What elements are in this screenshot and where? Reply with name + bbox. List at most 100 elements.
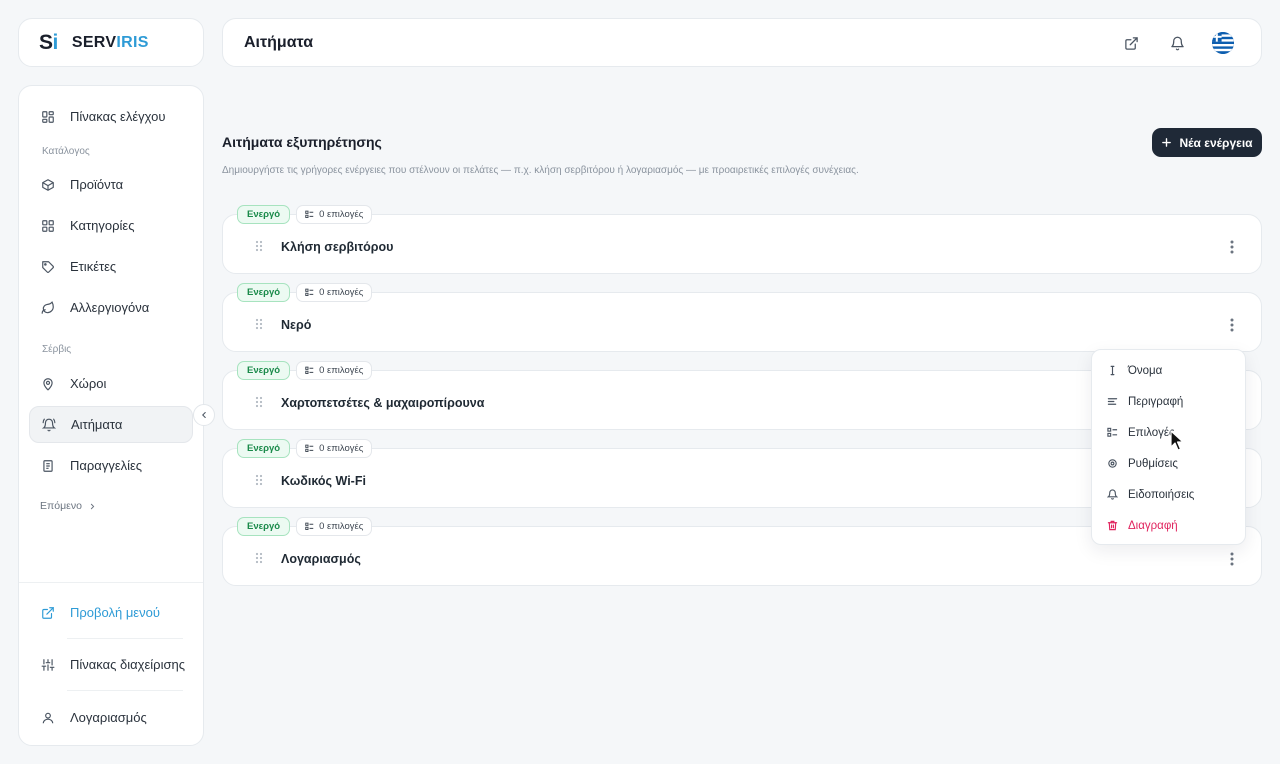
more-options-icon[interactable] bbox=[1225, 239, 1239, 255]
request-badges: Ενεργό 0 επιλογές bbox=[237, 439, 373, 458]
text-cursor-icon bbox=[1110, 365, 1115, 376]
bell-ring-icon bbox=[42, 418, 56, 431]
mouse-cursor-icon bbox=[1170, 430, 1184, 452]
request-badges: Ενεργό 0 επιλογές bbox=[237, 205, 373, 224]
list-checks-icon bbox=[305, 522, 314, 530]
sidebar-section-service: Σέρβις bbox=[42, 344, 72, 355]
new-action-button[interactable]: Νέα ενέργεια bbox=[1152, 128, 1262, 157]
plus-icon bbox=[1162, 138, 1172, 147]
options-count-label: 0 επιλογές bbox=[319, 209, 364, 220]
sidebar-item-label: Κατηγορίες bbox=[70, 218, 135, 233]
sidebar-collapse-button[interactable] bbox=[193, 404, 215, 426]
menu-item-name[interactable]: Όνομα bbox=[1092, 355, 1245, 386]
drag-handle-icon[interactable] bbox=[255, 396, 263, 408]
sidebar-item-label: Λογαριασμός bbox=[70, 710, 147, 725]
request-badges: Ενεργό 0 επιλογές bbox=[237, 361, 373, 380]
sidebar-item-allergens[interactable]: Αλλεργιογόνα bbox=[29, 289, 193, 326]
sidebar-item-products[interactable]: Προϊόντα bbox=[29, 166, 193, 203]
map-pin-icon bbox=[43, 377, 53, 391]
request-card[interactable]: Ενεργό 0 επιλογές Κλήση σερβιτόρου bbox=[222, 205, 1262, 274]
status-badge: Ενεργό bbox=[237, 205, 291, 224]
menu-item-options[interactable]: Επιλογές bbox=[1092, 417, 1245, 448]
brand-mark-s: S bbox=[39, 30, 53, 54]
receipt-icon bbox=[43, 459, 53, 472]
categories-grid-icon bbox=[42, 219, 54, 232]
external-link-icon[interactable] bbox=[1119, 31, 1143, 55]
bell-icon[interactable] bbox=[1165, 31, 1189, 55]
drag-handle-icon[interactable] bbox=[255, 552, 263, 564]
options-count-badge: 0 επιλογές bbox=[296, 439, 373, 458]
menu-item-label: Όνομα bbox=[1128, 364, 1163, 377]
page-title: Αιτήματα bbox=[244, 33, 314, 51]
request-title: Λογαριασμός bbox=[281, 552, 361, 566]
top-header: Αιτήματα bbox=[222, 18, 1262, 67]
sidebar-next-label: Επόμενο bbox=[40, 500, 82, 512]
sidebar-item-label: Πίνακας διαχείρισης bbox=[70, 657, 185, 672]
sidebar-item-orders[interactable]: Παραγγελίες bbox=[29, 447, 193, 484]
more-options-icon[interactable] bbox=[1225, 317, 1239, 333]
drag-handle-icon[interactable] bbox=[255, 474, 263, 486]
sidebar-item-label: Προβολή μενού bbox=[70, 605, 160, 620]
request-card[interactable]: Ενεργό 0 επιλογές Νερό bbox=[222, 283, 1262, 352]
sidebar-item-admin-panel[interactable]: Πίνακας διαχείρισης bbox=[29, 646, 193, 683]
status-badge: Ενεργό bbox=[237, 361, 291, 380]
request-badges: Ενεργό 0 επιλογές bbox=[237, 283, 373, 302]
sidebar-item-dashboard[interactable]: Πίνακας ελέγχου bbox=[29, 98, 193, 135]
status-badge: Ενεργό bbox=[237, 439, 291, 458]
menu-item-label: Επιλογές bbox=[1128, 426, 1175, 439]
box-icon bbox=[42, 178, 54, 191]
menu-item-label: Διαγραφή bbox=[1128, 519, 1178, 532]
brand-name: SERVIRIS bbox=[72, 34, 149, 52]
list-checks-icon bbox=[305, 444, 314, 452]
brand-name-part2: IRIS bbox=[116, 33, 149, 51]
header-actions bbox=[1119, 31, 1235, 55]
list-checks-icon bbox=[1107, 427, 1118, 437]
chevron-right-icon bbox=[90, 503, 95, 509]
request-title: Χαρτοπετσέτες & μαχαιροπίρουνα bbox=[281, 396, 485, 410]
sidebar-item-view-menu[interactable]: Προβολή μενού bbox=[29, 594, 193, 631]
leaf-icon bbox=[41, 300, 54, 314]
request-title: Κλήση σερβιτόρου bbox=[281, 240, 394, 254]
options-count-label: 0 επιλογές bbox=[319, 521, 364, 532]
new-action-label: Νέα ενέργεια bbox=[1179, 135, 1253, 150]
menu-item-label: Ρυθμίσεις bbox=[1128, 457, 1178, 470]
sidebar-item-tags[interactable]: Ετικέτες bbox=[29, 248, 193, 285]
menu-item-label: Ειδοποιήσεις bbox=[1128, 488, 1195, 501]
sidebar-item-categories[interactable]: Κατηγορίες bbox=[29, 207, 193, 244]
status-badge: Ενεργό bbox=[237, 517, 291, 536]
list-checks-icon bbox=[305, 288, 314, 296]
user-icon bbox=[42, 712, 54, 723]
sidebar-item-label: Πίνακας ελέγχου bbox=[70, 109, 166, 124]
menu-item-delete[interactable]: Διαγραφή bbox=[1092, 510, 1245, 541]
options-count-badge: 0 επιλογές bbox=[296, 361, 373, 380]
menu-item-settings[interactable]: Ρυθμίσεις bbox=[1092, 448, 1245, 479]
options-count-label: 0 επιλογές bbox=[319, 365, 364, 376]
brand-name-part1: SERV bbox=[71, 33, 117, 51]
brand-logo[interactable]: Si SERVIRIS bbox=[18, 18, 204, 67]
menu-item-notifications[interactable]: Ειδοποιήσεις bbox=[1092, 479, 1245, 510]
sidebar-item-spaces[interactable]: Χώροι bbox=[29, 365, 193, 402]
sidebar-item-label: Ετικέτες bbox=[70, 259, 117, 274]
request-title: Νερό bbox=[281, 318, 312, 332]
sidebar-divider bbox=[19, 582, 203, 583]
gear-icon bbox=[1108, 459, 1117, 468]
more-options-icon[interactable] bbox=[1225, 551, 1239, 567]
sidebar-item-requests[interactable]: Αιτήματα bbox=[29, 406, 193, 443]
options-count-badge: 0 επιλογές bbox=[296, 205, 373, 224]
bell-icon bbox=[1107, 489, 1118, 500]
sidebar-item-label: Αλλεργιογόνα bbox=[70, 300, 150, 315]
trash-icon bbox=[1107, 520, 1118, 531]
menu-item-description[interactable]: Περιγραφή bbox=[1092, 386, 1245, 417]
brand-mark-i: i bbox=[52, 30, 59, 54]
options-count-label: 0 επιλογές bbox=[319, 287, 364, 298]
menu-item-label: Περιγραφή bbox=[1128, 395, 1184, 408]
sliders-icon bbox=[41, 658, 55, 671]
sidebar-next-link[interactable]: Επόμενο bbox=[40, 500, 97, 512]
sidebar-sub-divider bbox=[67, 638, 183, 639]
status-badge: Ενεργό bbox=[237, 283, 291, 302]
drag-handle-icon[interactable] bbox=[255, 318, 263, 330]
sidebar-item-account[interactable]: Λογαριασμός bbox=[29, 699, 193, 736]
drag-handle-icon[interactable] bbox=[255, 240, 263, 252]
dashboard-grid-icon bbox=[42, 110, 54, 123]
language-flag-greece-icon[interactable] bbox=[1211, 31, 1235, 55]
